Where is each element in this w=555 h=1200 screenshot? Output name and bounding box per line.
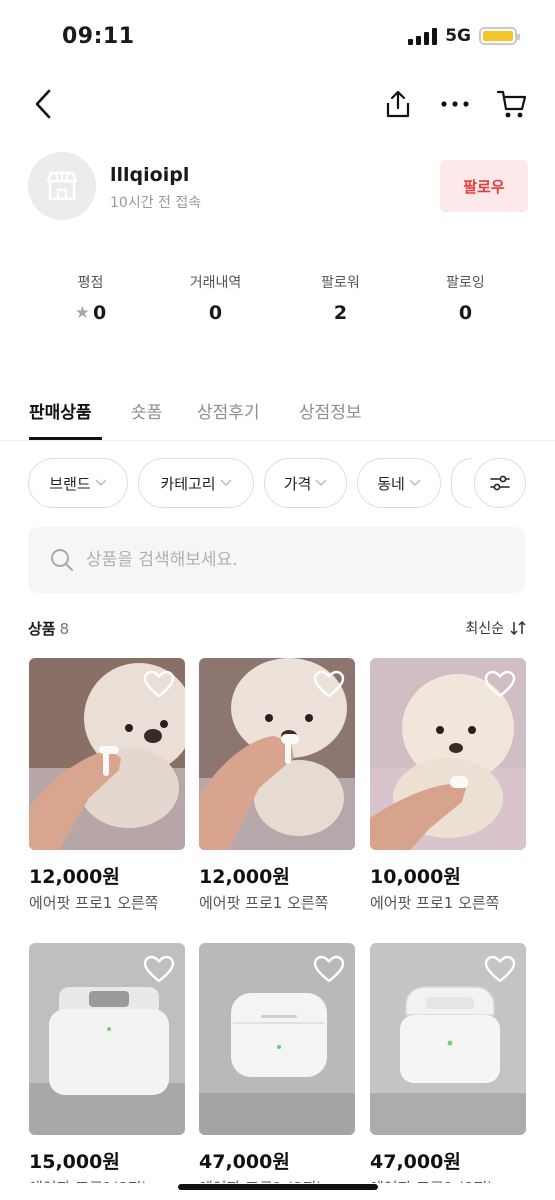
products-count: 8 bbox=[59, 620, 70, 638]
heart-icon[interactable] bbox=[313, 670, 345, 698]
battery-icon bbox=[479, 27, 520, 45]
stat-value: 0 bbox=[93, 302, 107, 324]
product-price: 12,000원 bbox=[29, 866, 120, 888]
product-card[interactable]: 47,000원 에어팟 프로1 (8핀) bbox=[199, 943, 355, 1183]
products-header: 상품 8 최신순 bbox=[28, 618, 526, 642]
filter-bar: 브랜드 카테고리 가격 동네 bbox=[28, 458, 555, 510]
tab-shortform[interactable]: 숏폼 bbox=[131, 398, 162, 423]
product-card[interactable]: 47,000원 에어팟 프로1 (8핀) bbox=[370, 943, 526, 1183]
store-icon bbox=[46, 171, 78, 201]
home-indicator bbox=[178, 1184, 378, 1190]
product-title: 에어팟 프로1 오른쪽 bbox=[370, 894, 500, 912]
product-title: 에어팟 프로1 오른쪽 bbox=[29, 894, 159, 912]
search-input[interactable] bbox=[86, 550, 486, 570]
shop-username[interactable]: lllqioipl bbox=[110, 164, 189, 186]
star-icon: ★ bbox=[74, 303, 90, 323]
product-card[interactable]: 12,000원 에어팟 프로1 오른쪽 bbox=[29, 658, 185, 918]
stat-value: 0 bbox=[208, 302, 223, 324]
avatar[interactable] bbox=[28, 152, 96, 220]
product-title: 에어팟 프로1 (8핀) bbox=[199, 1177, 322, 1183]
product-price: 15,000원 bbox=[29, 1151, 120, 1173]
heart-icon[interactable] bbox=[143, 670, 175, 698]
stat-label: 팔로워 bbox=[321, 275, 360, 291]
search-icon bbox=[50, 548, 74, 572]
product-image[interactable] bbox=[370, 658, 526, 850]
stat-followers[interactable]: 팔로워 2 bbox=[278, 272, 403, 332]
product-price: 10,000원 bbox=[370, 866, 461, 888]
status-time: 09:11 bbox=[62, 24, 135, 49]
share-icon[interactable] bbox=[380, 86, 416, 122]
product-price: 47,000원 bbox=[199, 1151, 290, 1173]
tab-products[interactable]: 판매상품 bbox=[29, 398, 92, 423]
search-bar[interactable] bbox=[28, 527, 525, 593]
follow-button[interactable]: 팔로우 bbox=[440, 160, 528, 212]
tab-reviews[interactable]: 상점후기 bbox=[197, 398, 260, 423]
sort-icon bbox=[510, 621, 526, 635]
product-price: 12,000원 bbox=[199, 866, 290, 888]
sort-label: 최신순 bbox=[465, 621, 504, 637]
shop-tabs: 판매상품 숏폼 상점후기 상점정보 bbox=[0, 384, 555, 441]
filter-price[interactable]: 가격 bbox=[264, 458, 347, 508]
sort-button[interactable]: 최신순 bbox=[465, 618, 526, 638]
stat-label: 평점 bbox=[77, 275, 104, 291]
chevron-down-icon bbox=[409, 479, 421, 487]
chevron-down-icon bbox=[95, 479, 107, 487]
nav-bar bbox=[0, 72, 555, 136]
network-label: 5G bbox=[445, 26, 471, 46]
stat-label: 팔로잉 bbox=[446, 275, 485, 291]
filter-neighborhood[interactable]: 동네 bbox=[357, 458, 441, 508]
stat-transactions[interactable]: 거래내역 0 bbox=[153, 272, 278, 332]
filter-label: 가격 bbox=[283, 474, 312, 493]
shop-stats: 평점 ★ 0 거래내역 0 팔로워 2 팔로잉 0 bbox=[28, 272, 528, 332]
product-image[interactable] bbox=[29, 943, 185, 1135]
product-price: 47,000원 bbox=[370, 1151, 461, 1173]
chevron-down-icon bbox=[220, 479, 232, 487]
stat-following[interactable]: 팔로잉 0 bbox=[403, 272, 528, 332]
filter-category[interactable]: 카테고리 bbox=[138, 458, 254, 508]
heart-icon[interactable] bbox=[313, 955, 345, 983]
stat-value: 2 bbox=[333, 302, 348, 324]
product-card[interactable]: 15,000원 에어팟 프로1(8핀) bbox=[29, 943, 185, 1183]
signal-icon bbox=[408, 27, 438, 45]
product-title: 에어팟 프로1 (8핀) bbox=[370, 1177, 493, 1183]
stat-rating[interactable]: 평점 ★ 0 bbox=[28, 272, 153, 332]
chevron-left-icon[interactable] bbox=[26, 86, 62, 122]
sliders-icon bbox=[490, 475, 510, 491]
tab-active-indicator bbox=[29, 437, 102, 440]
stat-value: 0 bbox=[458, 302, 473, 324]
shop-profile: lllqioipl 10시간 전 접속 팔로우 bbox=[28, 150, 528, 222]
stat-label: 거래내역 bbox=[189, 275, 242, 291]
product-image[interactable] bbox=[29, 658, 185, 850]
product-card[interactable]: 10,000원 에어팟 프로1 오른쪽 bbox=[370, 658, 526, 918]
cart-icon[interactable] bbox=[494, 86, 530, 122]
product-image[interactable] bbox=[199, 658, 355, 850]
filter-more-chip[interactable] bbox=[451, 458, 471, 508]
more-icon[interactable] bbox=[437, 86, 473, 122]
filter-brand[interactable]: 브랜드 bbox=[28, 458, 128, 508]
product-card[interactable]: 12,000원 에어팟 프로1 오른쪽 bbox=[199, 658, 355, 918]
status-bar: 09:11 5G bbox=[0, 0, 555, 72]
product-title: 에어팟 프로1 오른쪽 bbox=[199, 894, 329, 912]
chevron-down-icon bbox=[315, 479, 327, 487]
filter-label: 동네 bbox=[377, 474, 405, 493]
products-label: 상품 bbox=[28, 620, 56, 638]
tab-shop-info[interactable]: 상점정보 bbox=[299, 398, 362, 423]
status-indicators: 5G bbox=[408, 26, 520, 46]
filter-settings-button[interactable] bbox=[474, 458, 526, 508]
product-title: 에어팟 프로1(8핀) bbox=[29, 1177, 147, 1183]
product-image[interactable] bbox=[199, 943, 355, 1135]
filter-label: 브랜드 bbox=[49, 474, 91, 493]
filter-label: 카테고리 bbox=[160, 474, 216, 493]
product-image[interactable] bbox=[370, 943, 526, 1135]
heart-icon[interactable] bbox=[143, 955, 175, 983]
heart-icon[interactable] bbox=[484, 955, 516, 983]
last-seen-text: 10시간 전 접속 bbox=[110, 195, 202, 211]
heart-icon[interactable] bbox=[484, 670, 516, 698]
